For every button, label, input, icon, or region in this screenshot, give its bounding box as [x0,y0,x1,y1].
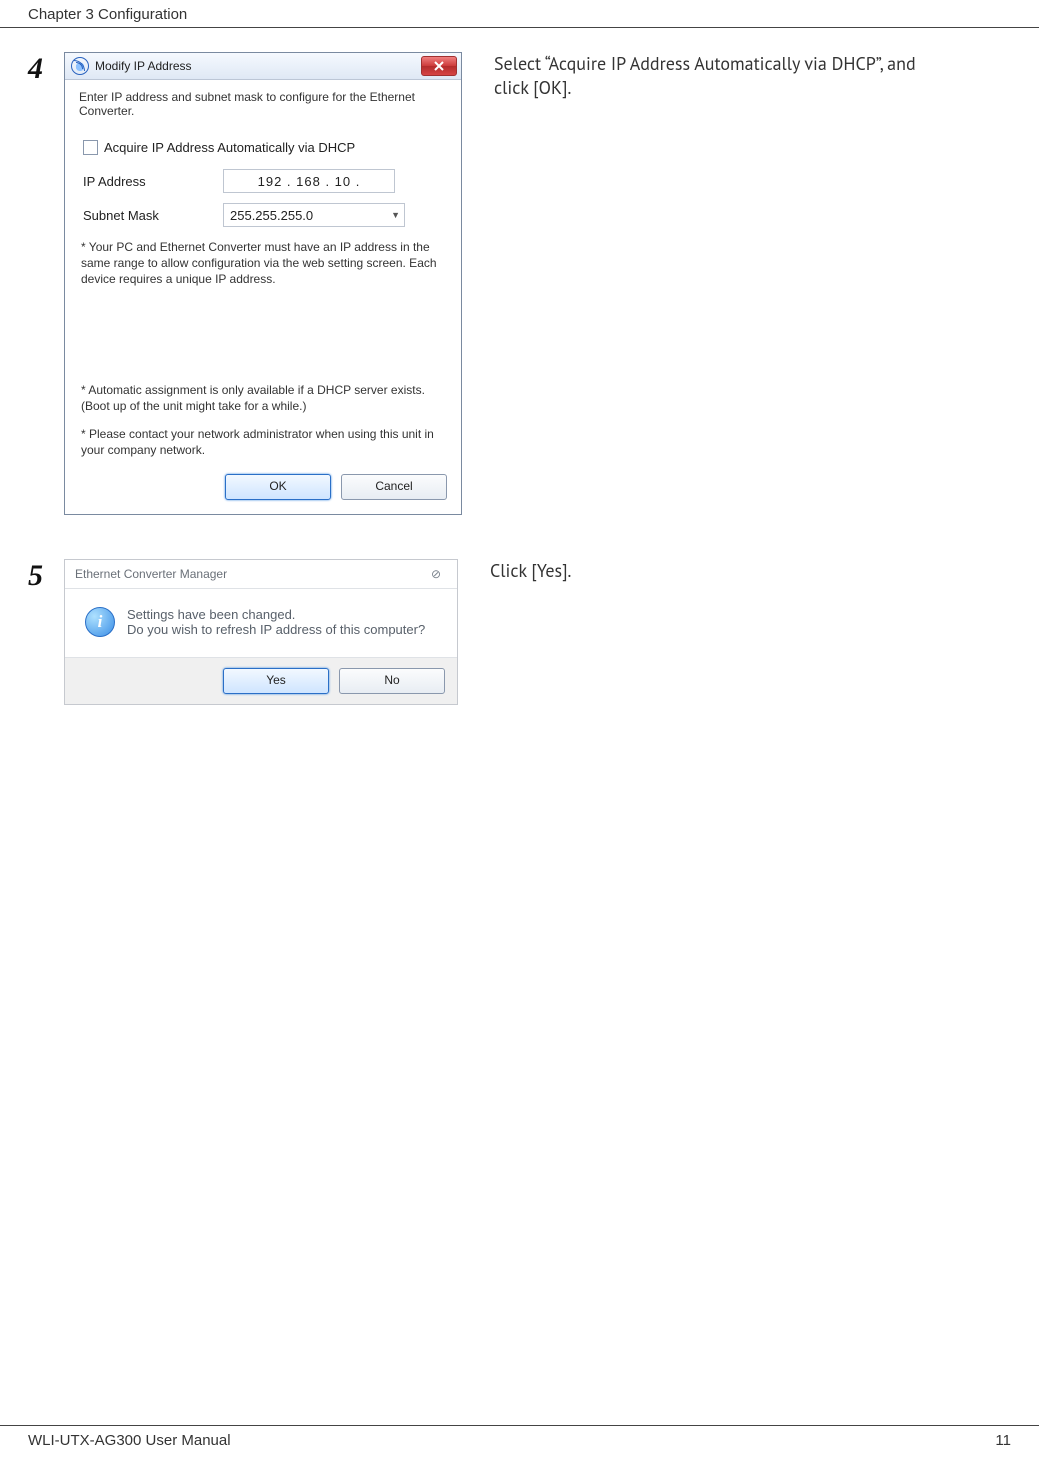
dialog-intro: Enter IP address and subnet mask to conf… [79,90,447,118]
step-5-instruction: Click [Yes]. [490,559,571,583]
ip-address-row: IP Address 192 . 168 . 10 . [79,169,447,193]
step-5-number: 5 [28,559,64,593]
checkbox-icon [83,140,98,155]
manager-message-line2: Do you wish to refresh IP address of thi… [127,622,425,637]
no-button[interactable]: No [339,668,445,694]
manager-dialog: Ethernet Converter Manager ⊘ i Settings … [64,559,458,705]
chevron-down-icon: ▼ [391,210,400,220]
page-header: Chapter 3 Configuration [0,0,1039,28]
step-4: 4 Modify IP Address Enter IP address and… [0,28,1039,535]
subnet-row: Subnet Mask 255.255.255.0 ▼ [79,203,447,227]
subnet-select[interactable]: 255.255.255.0 ▼ [223,203,405,227]
wifi-icon [71,57,89,75]
manual-title: WLI-UTX-AG300 User Manual [28,1432,231,1449]
note-3: * Please contact your network administra… [81,426,445,458]
modify-ip-title: Modify IP Address [95,59,192,73]
cancel-button[interactable]: Cancel [341,474,447,500]
dhcp-checkbox-row[interactable]: Acquire IP Address Automatically via DHC… [79,140,447,155]
ip-address-input[interactable]: 192 . 168 . 10 . [223,169,395,193]
dhcp-checkbox-label: Acquire IP Address Automatically via DHC… [104,140,355,155]
modify-ip-dialog: Modify IP Address Enter IP address and s… [64,52,462,515]
manager-message-line1: Settings have been changed. [127,607,425,622]
manager-title: Ethernet Converter Manager [75,567,227,581]
ok-button[interactable]: OK [225,474,331,500]
chapter-title: Chapter 3 Configuration [28,6,187,23]
close-icon [433,61,445,71]
close-icon: ⊘ [431,567,441,581]
modify-ip-titlebar: Modify IP Address [65,53,461,80]
subnet-label: Subnet Mask [83,208,223,223]
manager-message: Settings have been changed. Do you wish … [127,607,425,637]
ip-address-label: IP Address [83,174,223,189]
note-2: * Automatic assignment is only available… [81,382,445,414]
info-icon: i [85,607,115,637]
yes-button[interactable]: Yes [223,668,329,694]
manager-titlebar: Ethernet Converter Manager ⊘ [65,560,457,589]
close-button[interactable] [421,56,457,76]
page-footer: WLI-UTX-AG300 User Manual 11 [0,1425,1039,1449]
close-button[interactable]: ⊘ [421,567,451,581]
page-number: 11 [995,1432,1011,1449]
subnet-value: 255.255.255.0 [230,208,313,223]
step-5: 5 Ethernet Converter Manager ⊘ i Setting… [0,535,1039,725]
step-4-number: 4 [28,52,64,86]
note-1: * Your PC and Ethernet Converter must ha… [81,239,445,288]
step-4-instruction: Select “Acquire IP Address Automatically… [494,52,934,101]
